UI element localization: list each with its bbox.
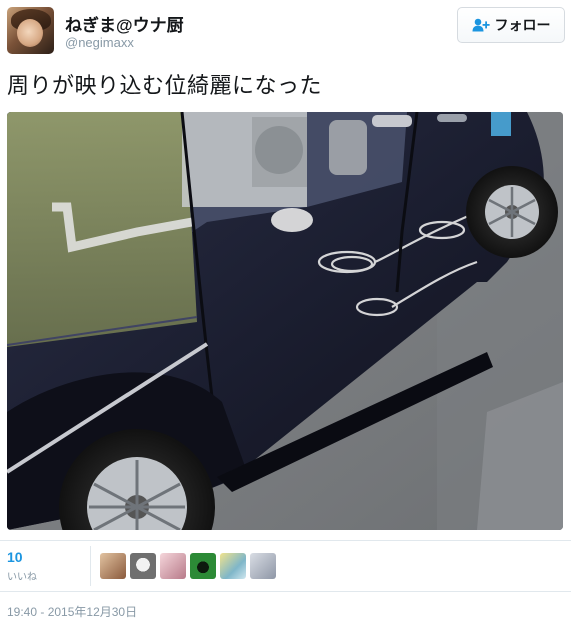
tweet-photo[interactable] <box>7 112 563 530</box>
add-user-icon <box>472 18 490 32</box>
user-avatar[interactable] <box>7 7 54 54</box>
stats-top-divider <box>0 540 571 541</box>
liker-avatars <box>100 553 276 579</box>
likes-count[interactable]: 10 <box>7 549 23 565</box>
display-name[interactable]: ねぎま@ウナ厨 <box>65 11 184 36</box>
liker-avatar-3[interactable] <box>160 553 186 579</box>
follow-button-label: フォロー <box>494 17 551 33</box>
liker-avatar-6[interactable] <box>250 553 276 579</box>
tweet-timestamp[interactable]: 19:40 - 2015年12月30日 <box>7 603 137 620</box>
avatar-face-shape <box>17 19 43 47</box>
tweet-card: ねぎま@ウナ厨 @negimaxx フォロー 周りが映り込む位綺麗になった 10… <box>0 0 571 623</box>
tweet-text: 周りが映り込む位綺麗になった <box>7 73 323 98</box>
liker-avatar-5[interactable] <box>220 553 246 579</box>
follow-button[interactable]: フォロー <box>457 7 565 43</box>
stats-bottom-divider <box>0 591 571 592</box>
car-photo <box>7 112 563 530</box>
screen-name[interactable]: @negimaxx <box>65 35 134 50</box>
liker-avatar-1[interactable] <box>100 553 126 579</box>
liker-avatar-2[interactable] <box>130 553 156 579</box>
stats-vertical-divider <box>90 546 91 586</box>
liker-avatar-4[interactable] <box>190 553 216 579</box>
likes-label: いいね <box>7 572 37 583</box>
